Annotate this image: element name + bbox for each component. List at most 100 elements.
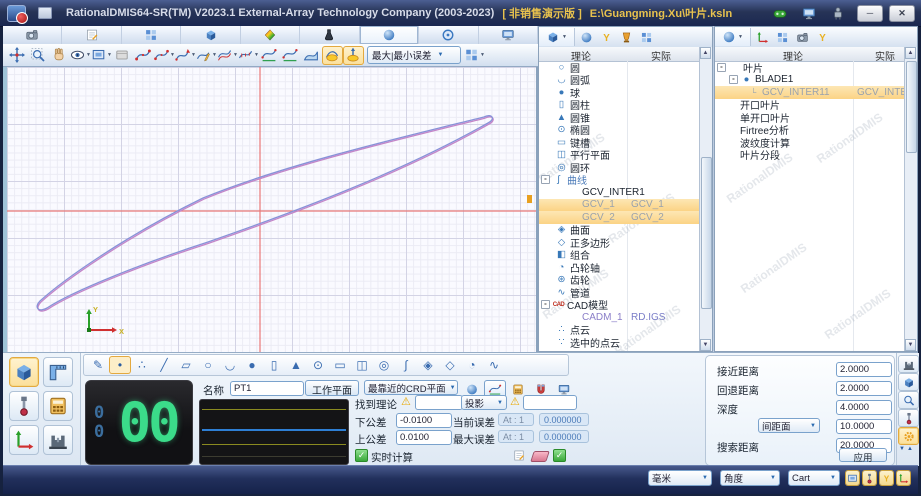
tree-item[interactable]: ▭ 键槽 xyxy=(539,136,700,150)
controller-icon[interactable] xyxy=(770,6,790,21)
machine-button[interactable] xyxy=(43,425,73,455)
ellipse-icon[interactable]: ⊙ xyxy=(307,356,329,374)
coordinate-dropdown[interactable]: Cart ▼ xyxy=(788,470,840,486)
inspect-panel-button[interactable] xyxy=(898,391,919,409)
slot-icon[interactable]: ▭ xyxy=(329,356,351,374)
quick-menu-icon[interactable] xyxy=(38,7,52,19)
tree-item[interactable]: ▯ 圆柱 xyxy=(539,99,700,112)
selection-handle[interactable] xyxy=(527,195,532,203)
tree-item[interactable]: ∿ 管道 xyxy=(539,286,700,300)
surface-icon[interactable]: ◈ xyxy=(417,356,439,374)
curve-edit-tool[interactable]: ▼ xyxy=(154,46,175,65)
tree-item[interactable]: GCV_1 GCV_1 xyxy=(539,198,700,211)
dock-scroll-arrows[interactable]: ▼▲ xyxy=(899,446,915,452)
tree-item[interactable]: ◧ 组合 xyxy=(539,249,700,262)
tree-item[interactable]: - CAD CAD模型 xyxy=(539,299,700,312)
app-icon[interactable] xyxy=(7,4,28,24)
scroll-up-icon[interactable]: ▲ xyxy=(905,47,916,59)
curve-direction-tool[interactable]: ▼ xyxy=(175,46,196,65)
minimize-button[interactable]: ─ xyxy=(857,4,883,22)
tree-item[interactable]: CADM_1 RD.IGS xyxy=(539,311,700,324)
upper-tolerance-input[interactable] xyxy=(396,430,452,445)
tree-item[interactable]: ◇ 正多边形 xyxy=(539,236,700,250)
pan-tool[interactable] xyxy=(7,46,28,65)
error-display-settings[interactable]: ▼ xyxy=(464,46,485,65)
workplane-button[interactable]: 工作平面 xyxy=(305,380,359,397)
error-mode-dropdown[interactable]: 最大|最小误差 ▼ xyxy=(367,46,461,64)
robot-link-icon[interactable] xyxy=(828,6,848,21)
visibility-tool[interactable]: ▼ xyxy=(70,46,91,65)
title-bar[interactable]: RationalDMIS64-SR(TM) V2023.1 External-A… xyxy=(0,0,921,27)
feature-tree-header[interactable]: 理论 实际 xyxy=(539,47,712,63)
measure-workspace-button[interactable] xyxy=(9,357,39,387)
list-view-icon[interactable] xyxy=(638,29,655,46)
tab-solids[interactable] xyxy=(181,26,241,44)
graphics-viewport[interactable]: Y X xyxy=(3,67,536,352)
curve-error-band-tool[interactable] xyxy=(322,45,343,65)
tree-item[interactable]: - 叶片 xyxy=(715,61,905,75)
curve-nominal-tool[interactable] xyxy=(280,46,301,65)
fit-view-tool[interactable]: ▼ xyxy=(91,46,112,65)
pipe-icon[interactable]: ∿ xyxy=(483,356,505,374)
zoom-window-tool[interactable] xyxy=(28,46,49,65)
spacing-plane-dropdown[interactable]: 间距面 ▼ xyxy=(758,418,820,433)
tree-item[interactable]: ● 球 xyxy=(539,86,700,100)
blade-tree-header[interactable]: 理论 实际 xyxy=(715,47,917,63)
point-set-icon[interactable]: ∴ xyxy=(131,356,153,374)
torus-icon[interactable]: ◎ xyxy=(373,356,395,374)
curve-digitize-tool[interactable]: ▼ xyxy=(196,46,217,65)
cone-icon[interactable]: ▲ xyxy=(285,356,307,374)
tree-item[interactable]: ○ 圆 xyxy=(539,61,700,75)
approach-distance-input[interactable] xyxy=(836,362,892,377)
tab-document[interactable] xyxy=(62,26,122,44)
tab-capture[interactable] xyxy=(3,26,63,44)
feature-panel-button[interactable] xyxy=(898,373,919,391)
point-icon[interactable]: • xyxy=(109,356,131,374)
scroll-down-icon[interactable]: ▼ xyxy=(905,339,916,351)
depth-input[interactable] xyxy=(836,400,892,415)
spacing-input[interactable] xyxy=(836,419,892,434)
projection-input[interactable] xyxy=(523,395,577,410)
tree-item[interactable]: - ∫ 曲线 xyxy=(539,174,700,187)
arc-icon[interactable]: ◡ xyxy=(219,356,241,374)
tree-expander-icon[interactable]: - xyxy=(541,300,550,310)
snapshot-icon[interactable] xyxy=(794,29,811,46)
tab-probe[interactable] xyxy=(300,26,360,44)
close-button[interactable]: ✕ xyxy=(889,4,915,22)
tree-item[interactable]: ⊛ 齿轮 xyxy=(539,274,700,287)
tab-disc[interactable] xyxy=(419,26,479,44)
scroll-down-icon[interactable]: ▼ xyxy=(700,339,711,351)
scroll-thumb[interactable] xyxy=(906,61,917,153)
settings-panel-button[interactable] xyxy=(898,427,919,445)
probe-button[interactable] xyxy=(9,391,39,421)
curve-scan-tool[interactable]: ▼ xyxy=(238,46,259,65)
line-icon[interactable]: ╱ xyxy=(153,356,175,374)
tree-item[interactable]: ◔ 凸轮轴 xyxy=(539,261,700,275)
tree-item[interactable]: ◡ 圆弧 xyxy=(539,74,700,87)
tree-expander-icon[interactable]: - xyxy=(717,62,726,72)
found-theory-input[interactable] xyxy=(415,395,463,410)
cylinder-icon[interactable]: ▯ xyxy=(263,356,285,374)
curve-section-tool[interactable]: ▼ xyxy=(217,46,238,65)
plane-icon[interactable]: ▱ xyxy=(175,356,197,374)
feature-tree-scrollbar[interactable]: ▲ ▼ xyxy=(699,47,712,351)
alignment-icon[interactable] xyxy=(754,29,771,46)
tree-item[interactable]: ⊙ 椭圆 xyxy=(539,124,700,137)
circle-icon[interactable]: ○ xyxy=(197,356,219,374)
scroll-up-icon[interactable]: ▲ xyxy=(700,47,711,59)
curve-icon[interactable]: ∫ xyxy=(395,356,417,374)
tab-machine[interactable] xyxy=(479,26,538,44)
tree-item[interactable]: - ● BLADE1 xyxy=(715,74,905,87)
feature-name-input[interactable] xyxy=(230,381,304,396)
tab-tolerance[interactable] xyxy=(241,26,301,44)
measure-mode-icon[interactable]: ✎ xyxy=(87,356,109,374)
machine-panel-button[interactable] xyxy=(898,355,919,373)
report-grid-icon[interactable] xyxy=(774,29,791,46)
tab-table[interactable] xyxy=(122,26,182,44)
tree-item[interactable]: GCV_INTER1 xyxy=(539,186,700,199)
tree-expander-icon[interactable]: - xyxy=(541,175,550,185)
feature-panel-tab[interactable]: ▼ xyxy=(539,28,575,46)
tree-item[interactable]: ◫ 平行平面 xyxy=(539,149,700,162)
cam-icon[interactable]: ◔ xyxy=(461,356,483,374)
status-datum-icon[interactable] xyxy=(880,471,893,485)
